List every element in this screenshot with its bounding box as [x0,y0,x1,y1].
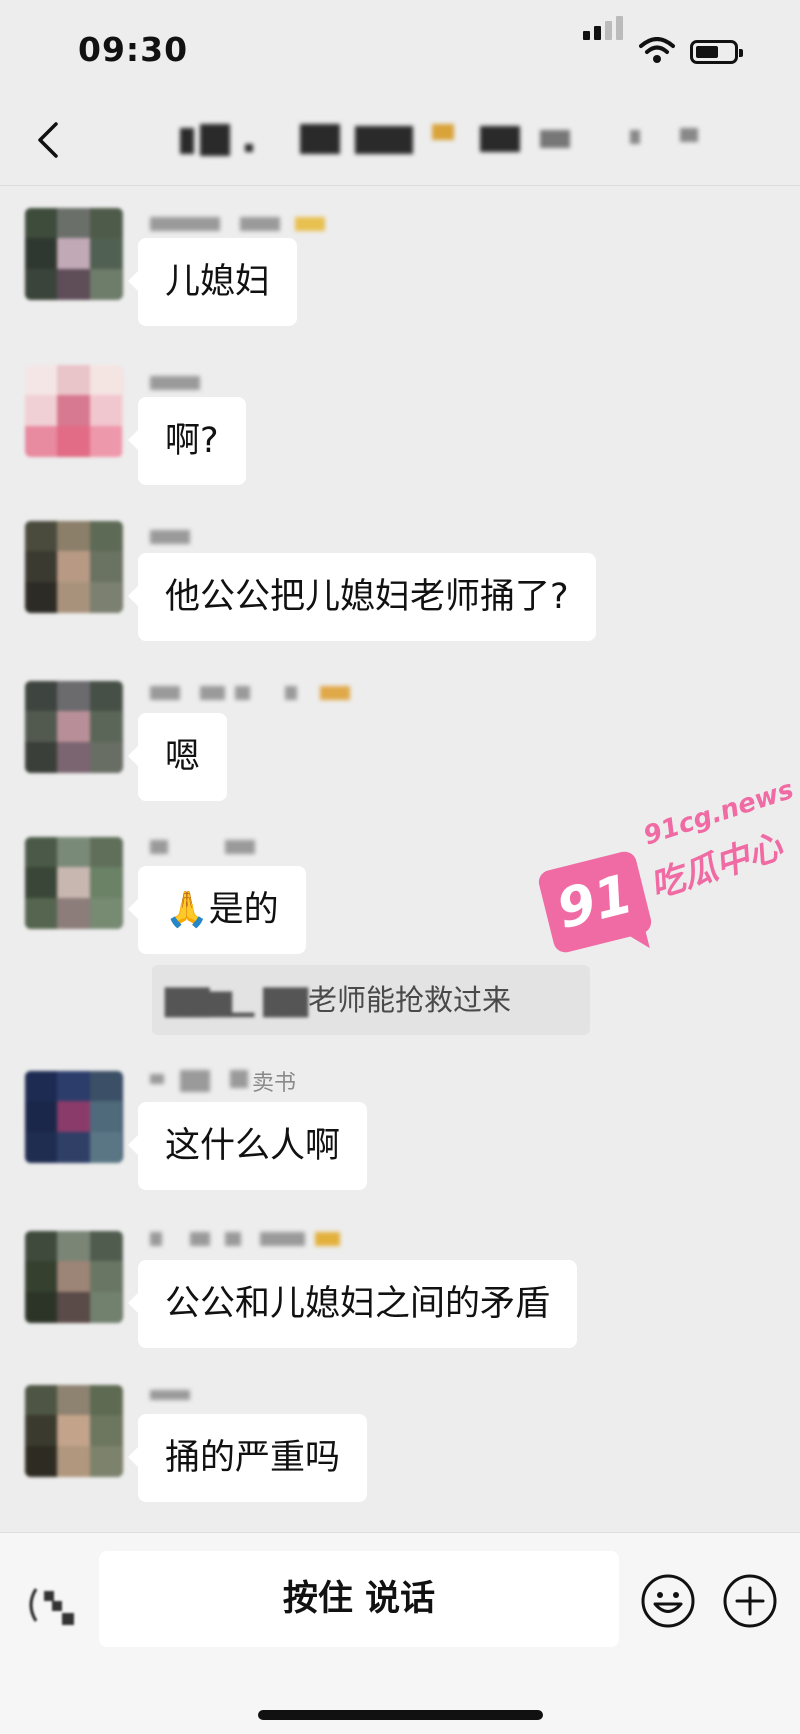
sender-name-redacted [150,530,380,544]
avatar[interactable] [25,1231,123,1323]
chat-header [0,100,800,186]
status-bar: 09:30 [0,0,800,100]
sender-name-redacted [150,1390,380,1404]
quoted-message[interactable]: ▇▇▆▁ ▇▇老师能抢救过来 [152,965,590,1035]
message-bubble[interactable]: 这什么人啊 [127,1102,368,1190]
sender-name-redacted [150,217,380,231]
avatar[interactable] [25,837,123,929]
quoted-text: 老师能抢救过来 [308,983,512,1017]
avatar[interactable] [25,365,123,457]
sender-name-redacted [150,840,380,854]
avatar[interactable] [25,521,123,613]
avatar[interactable] [25,1071,123,1163]
status-time: 09:30 [78,30,189,69]
avatar[interactable] [25,208,123,300]
watermark-logo: 91 91cg.news 吃瓜中心 [536,775,797,985]
sender-name-redacted [150,686,380,700]
plus-icon[interactable] [722,1573,778,1629]
sender-name-redacted [150,1232,380,1246]
emoji-icon[interactable] [640,1573,696,1629]
message-text: 是的 [208,890,279,930]
battery-icon [690,40,743,64]
chevron-left-icon[interactable] [30,118,70,162]
sender-name-redacted [150,376,380,390]
input-bar: 按住 说话 [0,1532,800,1734]
chat-title-redacted [180,124,770,156]
message-bubble[interactable]: 公公和儿媳妇之间的矛盾 [127,1260,578,1348]
message-bubble[interactable]: 嗯 [127,713,228,801]
avatar[interactable] [25,1385,123,1477]
hold-to-talk-button[interactable]: 按住 说话 [99,1551,619,1647]
home-indicator[interactable] [258,1710,543,1720]
message-bubble[interactable]: 🙏是的 [128,866,306,954]
voice-input-icon[interactable] [22,1575,82,1635]
sender-name-redacted [150,1070,250,1092]
message-bubble[interactable]: 啊? [128,397,246,485]
pray-emoji-icon: 🙏 [165,890,209,930]
wifi-icon [639,37,675,63]
avatar[interactable] [25,681,123,773]
quoted-redacted: ▇▇▆▁ ▇▇ [165,983,309,1017]
message-bubble[interactable]: 他公公把儿媳妇老师捅了? [128,553,596,641]
sender-name-visible: 卖书 [252,1071,297,1096]
message-bubble[interactable]: 儿媳妇 [127,238,298,326]
message-bubble[interactable]: 捅的严重吗 [127,1414,368,1502]
watermark-badge: 91 [536,849,654,955]
